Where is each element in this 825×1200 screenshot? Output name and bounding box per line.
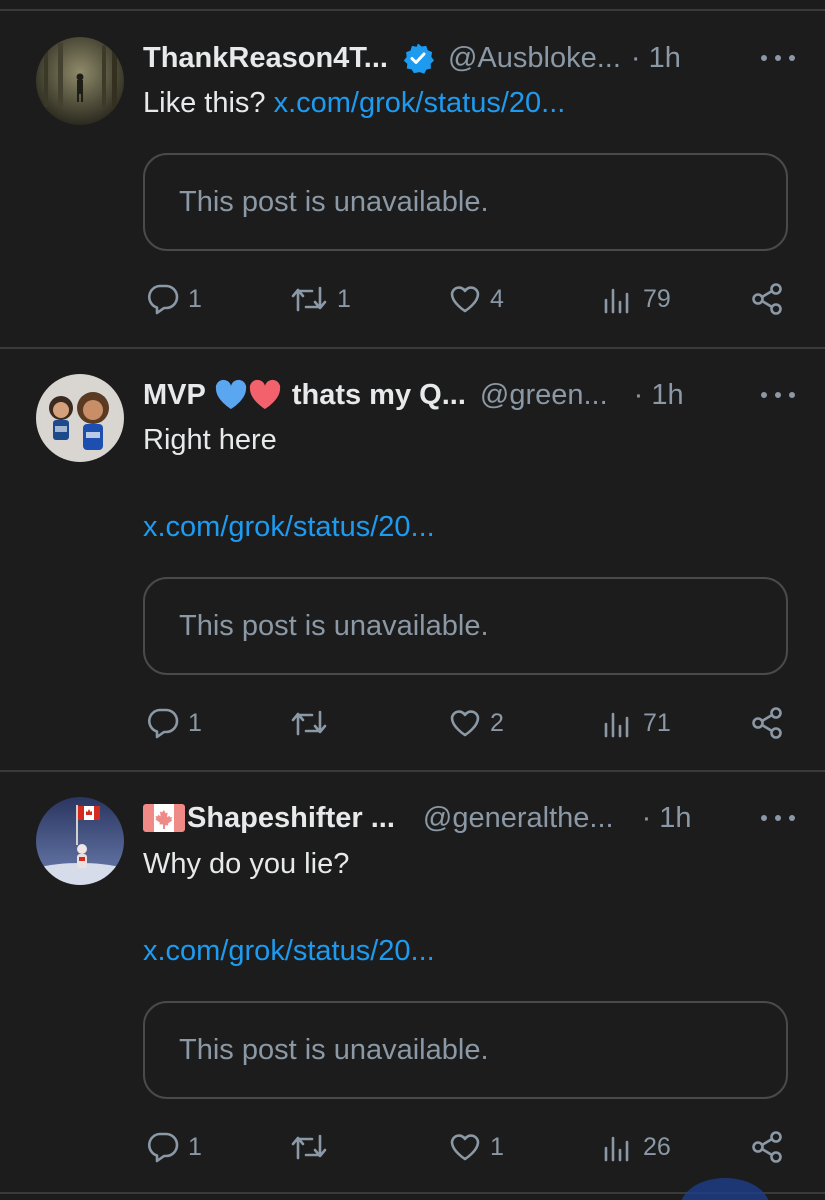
red-heart-icon <box>248 379 282 411</box>
action-bar: 1 1 26 <box>143 1127 788 1167</box>
views-icon <box>604 1136 629 1162</box>
like-icon <box>450 710 480 737</box>
repost-icon <box>291 286 327 312</box>
blue-heart-icon <box>214 379 248 411</box>
divider <box>0 770 825 772</box>
action-bar: 1 1 4 79 <box>143 279 788 319</box>
timestamp[interactable]: 1h <box>659 802 691 835</box>
like-icon <box>450 286 480 313</box>
separator: · <box>633 378 644 411</box>
like-button[interactable]: 2 <box>448 703 504 743</box>
views-count: 71 <box>643 708 671 737</box>
timestamp[interactable]: 1h <box>649 42 681 75</box>
more-options-icon[interactable] <box>761 381 795 409</box>
timestamp[interactable]: 1h <box>651 379 683 412</box>
display-name[interactable]: Shapeshifter ... <box>187 802 395 835</box>
like-count: 1 <box>490 1132 504 1161</box>
reply-button[interactable]: 1 <box>146 703 202 743</box>
more-options-icon[interactable] <box>761 804 795 832</box>
post-body: Right here <box>143 424 277 456</box>
repost-count: 1 <box>337 284 351 313</box>
divider <box>0 9 825 11</box>
unavailable-message: This post is unavailable. <box>179 185 489 218</box>
reply-button[interactable]: 1 <box>146 279 202 319</box>
reply-icon <box>148 1132 179 1163</box>
user-handle[interactable]: @green... <box>480 379 608 412</box>
like-icon <box>450 1134 480 1161</box>
repost-icon <box>291 1134 327 1160</box>
separator: · <box>641 801 652 834</box>
like-button[interactable]: 1 <box>448 1127 504 1167</box>
user-handle[interactable]: @Ausbloke... <box>448 42 621 75</box>
repost-button[interactable] <box>289 1127 337 1167</box>
divider <box>0 347 825 349</box>
views-button[interactable]: 26 <box>601 1127 671 1167</box>
reply-button[interactable]: 1 <box>146 1127 202 1167</box>
reply-count: 1 <box>188 1132 202 1161</box>
share-icon <box>752 283 782 315</box>
action-bar: 1 2 71 <box>143 703 788 743</box>
avatar[interactable] <box>36 37 124 125</box>
share-button[interactable] <box>749 1127 785 1167</box>
views-count: 26 <box>643 1132 671 1161</box>
avatar-image <box>36 374 124 462</box>
unavailable-post-card[interactable]: This post is unavailable. <box>143 153 788 251</box>
views-icon <box>604 288 629 314</box>
status-link[interactable]: x.com/grok/status/20... <box>274 87 566 119</box>
avatar-image <box>36 37 124 125</box>
display-name[interactable]: ThankReason4T... <box>143 42 388 75</box>
avatar[interactable] <box>36 797 124 885</box>
reply-feed: ThankReason4T... @Ausbloke... · 1h Like … <box>0 0 825 1200</box>
post-body: Why do you lie? <box>143 848 350 880</box>
share-icon <box>752 1131 782 1163</box>
like-count: 2 <box>490 708 504 737</box>
repost-button[interactable]: 1 <box>289 279 351 319</box>
reply-icon <box>148 708 179 739</box>
reply-count: 1 <box>188 284 202 313</box>
post-header: MVP thats my Q... @green... · 1h <box>143 375 795 415</box>
share-button[interactable] <box>749 279 785 319</box>
repost-icon <box>291 710 327 736</box>
views-count: 79 <box>643 284 671 313</box>
verified-badge-icon <box>402 42 434 74</box>
unavailable-message: This post is unavailable. <box>179 609 489 642</box>
display-name-prefix[interactable]: MVP <box>143 379 206 412</box>
unavailable-post-card[interactable]: This post is unavailable. <box>143 1001 788 1099</box>
post-header: ThankReason4T... @Ausbloke... · 1h <box>143 38 795 78</box>
floating-compose-button[interactable] <box>680 1178 770 1200</box>
views-button[interactable]: 71 <box>601 703 671 743</box>
like-button[interactable]: 4 <box>448 279 504 319</box>
status-link[interactable]: x.com/grok/status/20... <box>143 511 435 544</box>
status-link[interactable]: x.com/grok/status/20... <box>143 935 435 968</box>
post-header: Shapeshifter ... @generalthe... · 1h <box>143 798 795 838</box>
share-button[interactable] <box>749 703 785 743</box>
user-handle[interactable]: @generalthe... <box>423 802 614 835</box>
views-button[interactable]: 79 <box>601 279 671 319</box>
views-icon <box>604 712 629 738</box>
post-text: Like this? x.com/grok/status/20... <box>143 87 565 120</box>
avatar[interactable] <box>36 374 124 462</box>
repost-button[interactable] <box>289 703 337 743</box>
unavailable-post-card[interactable]: This post is unavailable. <box>143 577 788 675</box>
canada-flag-icon <box>143 804 185 832</box>
like-count: 4 <box>490 284 504 313</box>
more-options-icon[interactable] <box>761 44 795 72</box>
unavailable-message: This post is unavailable. <box>179 1033 489 1066</box>
separator: · <box>630 41 641 74</box>
avatar-image <box>36 797 124 885</box>
reply-count: 1 <box>188 708 202 737</box>
display-name-suffix[interactable]: thats my Q... <box>292 379 466 412</box>
share-icon <box>752 707 782 739</box>
reply-icon <box>148 284 179 315</box>
post-body: Like this? <box>143 87 266 119</box>
